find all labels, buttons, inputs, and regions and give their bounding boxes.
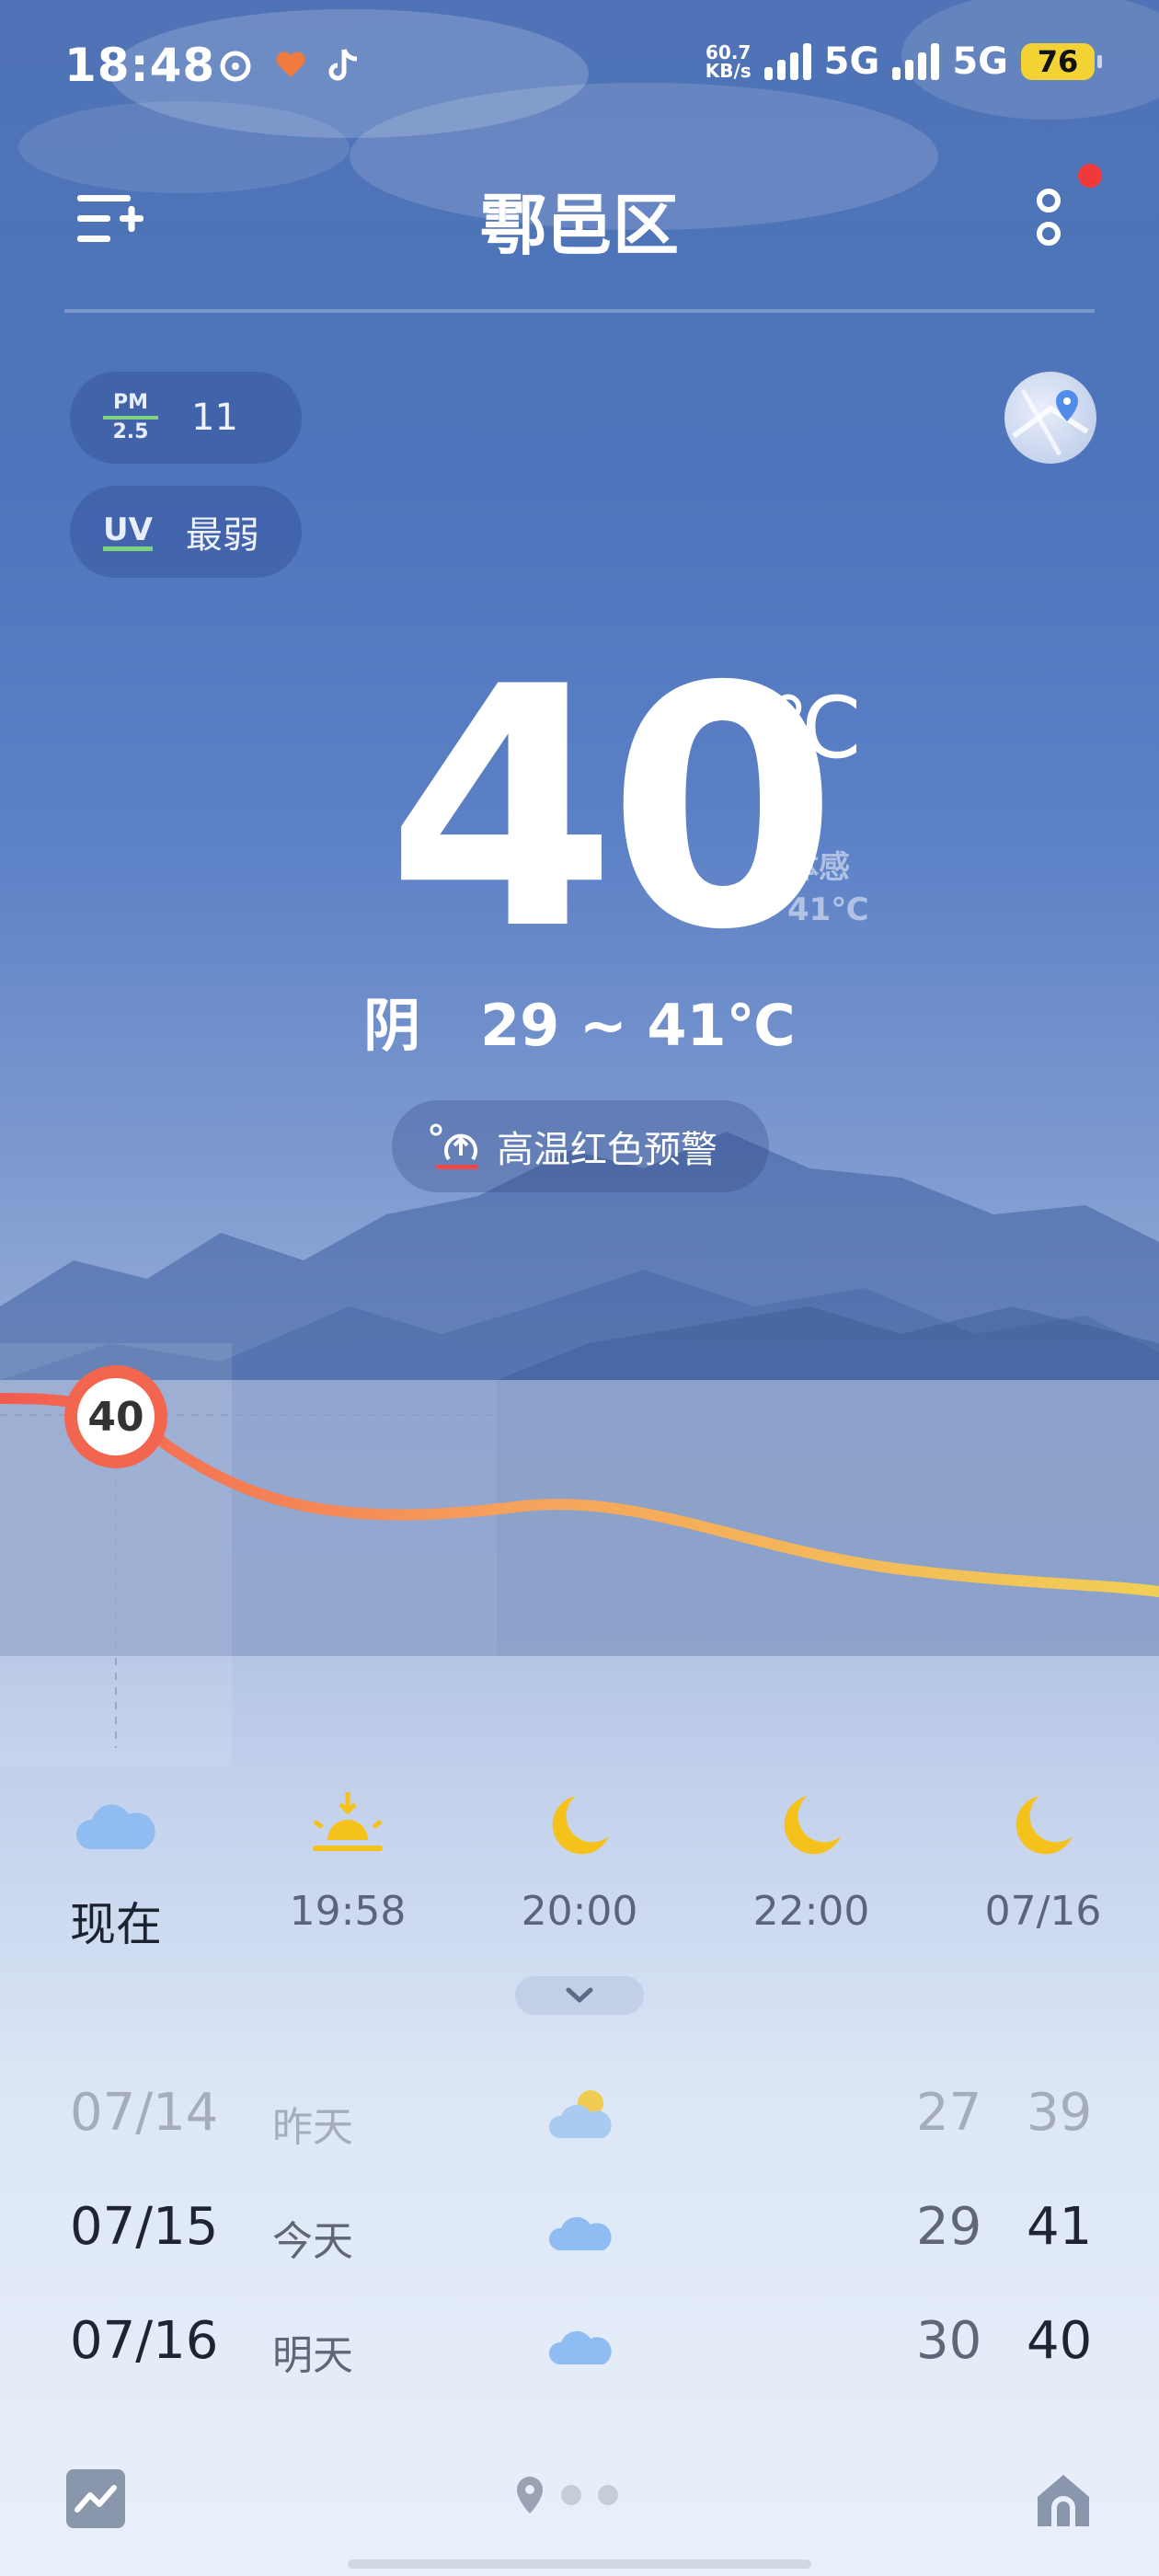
- cloud-icon: [548, 2216, 612, 2250]
- daily-row[interactable]: 07/16 明天 30 40: [0, 2293, 1159, 2394]
- hourly-item[interactable]: 20:00: [488, 1788, 671, 1935]
- page-dot: [561, 2485, 581, 2505]
- daily-name: 明天: [272, 2332, 353, 2379]
- network-type-1: 5G: [823, 40, 880, 83]
- cloud-icon: [548, 2330, 612, 2364]
- network-type-2: 5G: [952, 40, 1008, 83]
- map-pin-icon: [1012, 388, 1089, 456]
- alert-text: 高温红色预警: [497, 1129, 717, 1171]
- high-temperature-alert-icon: [430, 1123, 478, 1169]
- status-app-icons: [217, 46, 361, 83]
- app-notification-icon: [220, 51, 251, 82]
- hourly-item[interactable]: 07/16: [951, 1788, 1135, 1935]
- page-dot: [598, 2485, 618, 2505]
- uv-value: 最弱: [185, 514, 259, 557]
- uv-label: UV: [103, 513, 153, 551]
- daily-low: 27: [916, 2083, 982, 2143]
- net-speed: 60.7 KB/s: [706, 43, 752, 80]
- page-indicator: [515, 2475, 618, 2515]
- sunset-icon: [313, 1792, 383, 1851]
- daily-row[interactable]: 07/15 今天 29 41: [0, 2179, 1159, 2280]
- cloud-icon: [75, 1804, 155, 1849]
- map-button[interactable]: [1004, 372, 1096, 464]
- hourly-label: 07/16: [984, 1888, 1102, 1935]
- home-icon[interactable]: [1032, 2469, 1095, 2532]
- signal-icon: [763, 43, 811, 80]
- current-temp-badge-value: 40: [77, 1378, 155, 1455]
- hourly-item[interactable]: 19:58: [256, 1788, 440, 1935]
- feels-like-value: 41℃: [787, 891, 869, 928]
- hourly-label: 22:00: [752, 1888, 870, 1935]
- pm-label-bottom: 2.5: [112, 420, 149, 443]
- daily-high: 41: [1027, 2197, 1093, 2257]
- tiktok-icon: [328, 48, 358, 81]
- temperature-unit: ℃: [767, 679, 863, 777]
- notification-dot: [1078, 164, 1102, 188]
- city-title: 鄠邑区: [479, 187, 679, 264]
- daily-high: 39: [1027, 2083, 1093, 2143]
- status-time: 18:48: [64, 39, 216, 92]
- daily-date: 07/14: [70, 2083, 219, 2143]
- heart-app-icon: [276, 52, 305, 77]
- moon-icon: [784, 1796, 841, 1855]
- partly-cloudy-icon: [548, 2090, 612, 2138]
- daily-date: 07/15: [70, 2197, 219, 2257]
- trend-chart-icon: [75, 2485, 117, 2513]
- daily-low: 29: [916, 2197, 982, 2257]
- location-pin-icon: [517, 2477, 543, 2513]
- condition-and-range: 阴 29 ~ 41℃: [363, 992, 796, 1059]
- gesture-bar: [348, 2559, 811, 2569]
- pm25-value: 11: [191, 397, 238, 439]
- feels-like: 体感 41℃: [787, 846, 869, 931]
- daily-high: 40: [1027, 2311, 1093, 2371]
- daily-name: 昨天: [272, 2104, 353, 2151]
- battery-level: 76: [1037, 44, 1079, 79]
- daily-row[interactable]: 07/14 昨天 27 39: [0, 2064, 1159, 2166]
- hourly-item-now[interactable]: 现在: [24, 1788, 208, 1954]
- pm25-label: PM 2.5: [103, 392, 158, 443]
- pm25-pill[interactable]: PM 2.5 11: [70, 372, 302, 464]
- daily-name: 今天: [272, 2218, 353, 2265]
- heat-alert-button[interactable]: 高温红色预警: [392, 1100, 769, 1192]
- signal-icon: [892, 43, 940, 80]
- feels-like-label: 体感: [787, 849, 850, 886]
- uv-pill[interactable]: UV 最弱: [70, 486, 302, 578]
- expand-button[interactable]: [515, 1976, 644, 2015]
- temperature-trend-curve: [0, 1343, 1159, 1766]
- net-speed-value: 60.7: [706, 41, 752, 63]
- net-speed-unit: KB/s: [705, 60, 752, 82]
- hourly-item[interactable]: 22:00: [719, 1788, 903, 1935]
- daily-low: 30: [916, 2311, 982, 2371]
- pm-label-top: PM: [112, 391, 149, 414]
- daily-date: 07/16: [70, 2311, 219, 2371]
- current-temp-badge: 40: [64, 1365, 167, 1468]
- header-divider: [64, 309, 1095, 313]
- trend-chart-button[interactable]: [66, 2469, 125, 2528]
- status-right: 60.7 KB/s 5G 5G 76: [706, 40, 1102, 83]
- more-options-icon[interactable]: [1021, 180, 1076, 263]
- hourly-label: 19:58: [289, 1888, 407, 1935]
- moon-icon: [1016, 1796, 1073, 1855]
- hourly-label: 现在: [70, 1898, 162, 1951]
- current-temperature: 40: [386, 616, 838, 1002]
- battery-icon: 76: [1021, 43, 1102, 80]
- hourly-label: 20:00: [521, 1888, 638, 1935]
- moon-icon: [552, 1796, 609, 1855]
- chevron-down-icon: [566, 1987, 593, 2003]
